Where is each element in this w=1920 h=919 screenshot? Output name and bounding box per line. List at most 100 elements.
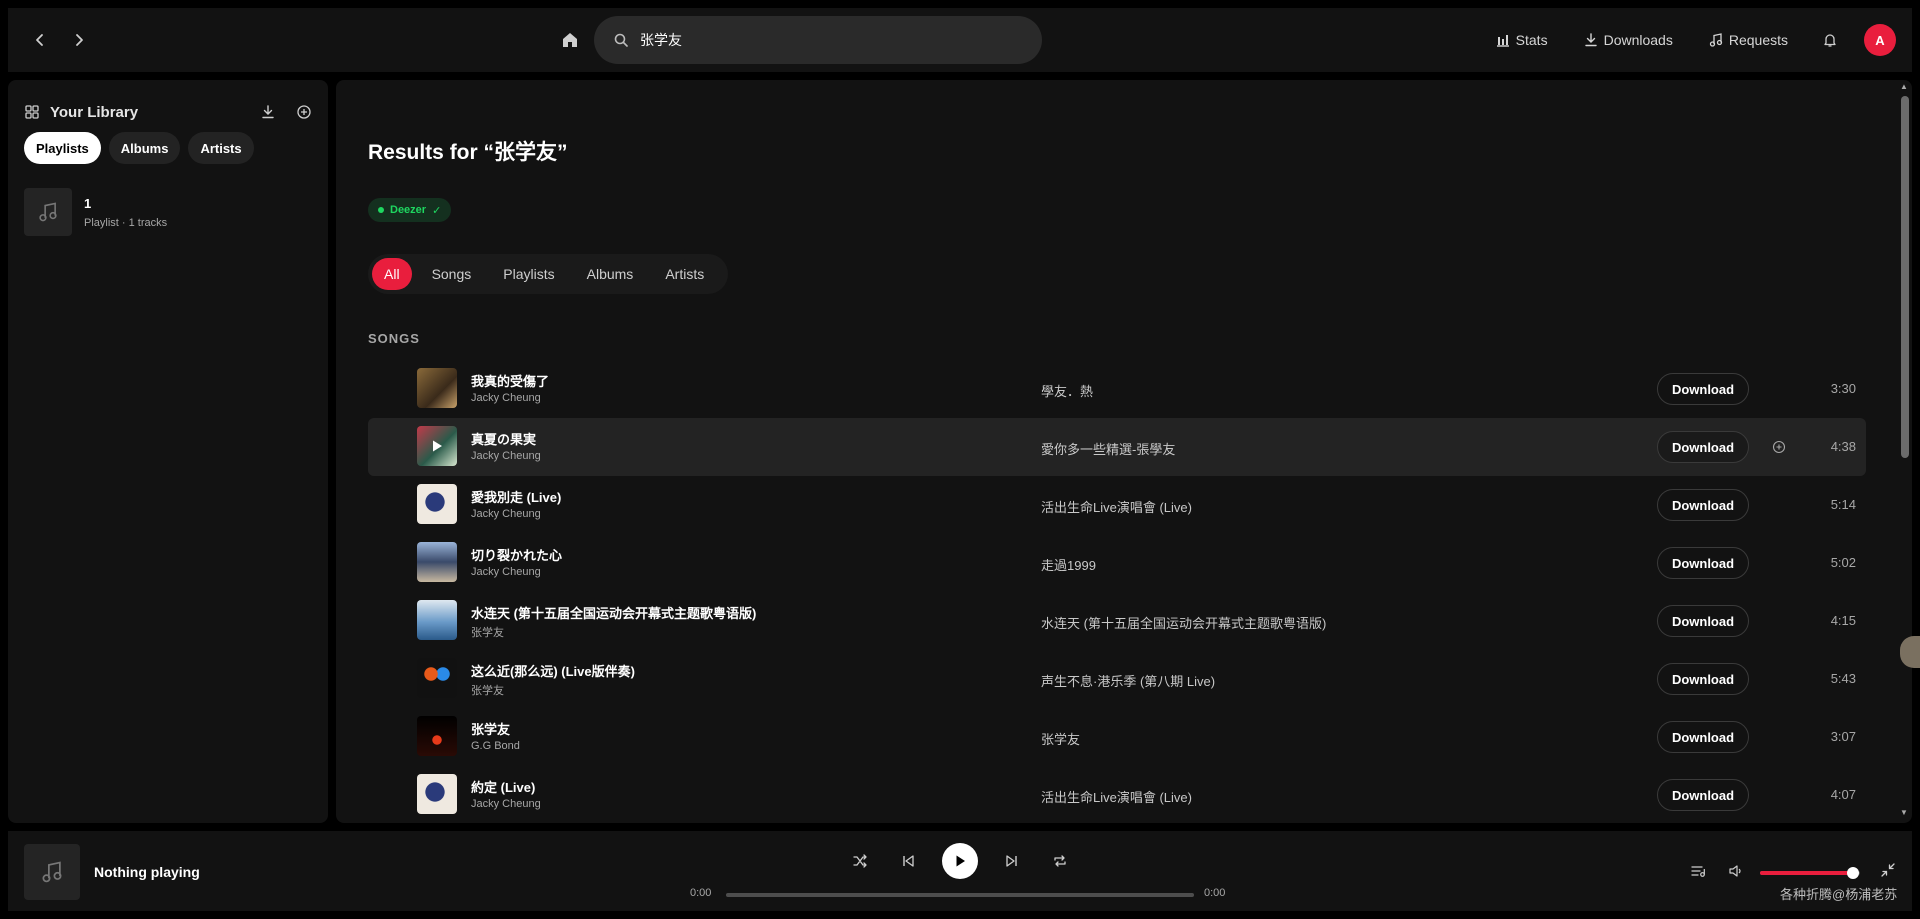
play-icon[interactable] xyxy=(417,426,457,466)
play-button[interactable] xyxy=(942,843,978,879)
next-icon[interactable] xyxy=(1000,849,1024,873)
import-download-icon[interactable] xyxy=(260,104,276,120)
download-button[interactable]: Download xyxy=(1657,605,1749,637)
volume-icon[interactable] xyxy=(1728,863,1744,879)
library-title: Your Library xyxy=(50,103,139,121)
music-note-icon xyxy=(39,202,57,222)
bell-icon[interactable] xyxy=(1822,32,1838,48)
download-button[interactable]: Download xyxy=(1657,489,1749,521)
scroll-down-arrow-icon[interactable]: ▼ xyxy=(1900,808,1908,817)
download-button[interactable]: Download xyxy=(1657,663,1749,695)
song-row[interactable]: 这么近(那么远) (Live版伴奏) 张学友 声生不息·港乐季 (第八期 Liv… xyxy=(368,650,1866,708)
collapse-player-icon[interactable] xyxy=(1881,863,1895,877)
song-row[interactable]: 切り裂かれた心 Jacky Cheung 走過1999 Download 5:0… xyxy=(368,534,1866,592)
stats-link[interactable]: Stats xyxy=(1496,32,1548,48)
song-title[interactable]: 約定 (Live) xyxy=(471,777,535,796)
song-row[interactable]: 愛我別走 (Live) Jacky Cheung 活出生命Live演唱會 (Li… xyxy=(368,476,1866,534)
song-artist[interactable]: 张学友 xyxy=(471,624,504,640)
song-artist[interactable]: 张学友 xyxy=(471,682,504,698)
song-album[interactable]: 愛你多一些精選-張學友 xyxy=(1041,439,1175,458)
song-row[interactable]: 我真的受傷了 Jacky Cheung 學友．熱 Download 3:30 xyxy=(368,360,1866,418)
player-bar: Nothing playing 0:00 0:00 xyxy=(8,831,1912,911)
progress-bar[interactable] xyxy=(726,893,1194,897)
song-row[interactable]: 水连天 (第十五届全国运动会开幕式主题歌粤语版) 张学友 水连天 (第十五届全国… xyxy=(368,592,1866,650)
song-artist[interactable]: Jacky Cheung xyxy=(471,392,541,404)
song-artist[interactable]: Jacky Cheung xyxy=(471,566,541,578)
provider-label: Deezer xyxy=(390,204,427,216)
song-title[interactable]: 真夏の果実 xyxy=(471,429,536,448)
forward-arrow-icon[interactable] xyxy=(67,28,91,52)
scrollbar-thumb[interactable] xyxy=(1901,96,1909,458)
song-artist[interactable]: Jacky Cheung xyxy=(471,508,541,520)
add-circle-icon[interactable] xyxy=(296,104,312,120)
volume-slider[interactable] xyxy=(1760,867,1860,879)
song-title[interactable]: 这么近(那么远) (Live版伴奏) xyxy=(471,661,635,680)
library-grid-icon[interactable] xyxy=(24,104,40,120)
top-right-nav: Stats Downloads Requests A xyxy=(1460,16,1896,64)
shuffle-icon[interactable] xyxy=(848,849,872,873)
music-note-icon xyxy=(1709,33,1722,47)
download-button[interactable]: Download xyxy=(1657,547,1749,579)
provider-badge[interactable]: Deezer ✓ xyxy=(368,198,452,222)
total-time: 0:00 xyxy=(1204,887,1226,899)
song-album[interactable]: 张学友 xyxy=(1041,729,1080,748)
chip-playlists[interactable]: Playlists xyxy=(24,132,101,164)
download-button[interactable]: Download xyxy=(1657,721,1749,753)
tab-all[interactable]: All xyxy=(372,258,412,290)
watermark-text: 各种折腾@杨浦老苏 xyxy=(1780,887,1898,902)
song-title[interactable]: 愛我別走 (Live) xyxy=(471,487,561,506)
song-artist[interactable]: Jacky Cheung xyxy=(471,450,541,462)
song-row[interactable]: 約定 (Live) Jacky Cheung 活出生命Live演唱會 (Live… xyxy=(368,766,1866,823)
add-to-playlist-icon[interactable] xyxy=(1772,440,1786,454)
requests-label: Requests xyxy=(1728,32,1788,48)
download-button[interactable]: Download xyxy=(1657,373,1749,405)
search-input[interactable]: 张学友 xyxy=(640,30,682,50)
song-title[interactable]: 我真的受傷了 xyxy=(471,371,549,390)
repeat-icon[interactable] xyxy=(1048,849,1072,873)
tab-albums[interactable]: Albums xyxy=(575,258,646,290)
home-icon[interactable] xyxy=(558,28,582,52)
song-album[interactable]: 走過1999 xyxy=(1041,555,1096,574)
tab-artists[interactable]: Artists xyxy=(653,258,716,290)
download-button[interactable]: Download xyxy=(1657,431,1749,463)
song-duration: 5:02 xyxy=(1830,555,1856,570)
song-album[interactable]: 活出生命Live演唱會 (Live) xyxy=(1041,497,1192,516)
song-album[interactable]: 声生不息·港乐季 (第八期 Live) xyxy=(1041,671,1215,690)
songs-list: 我真的受傷了 Jacky Cheung 學友．熱 Download 3:30 真… xyxy=(368,360,1866,823)
chip-artists[interactable]: Artists xyxy=(188,132,254,164)
library-header: Your Library xyxy=(24,100,312,124)
tab-songs[interactable]: Songs xyxy=(420,258,484,290)
song-artist[interactable]: Jacky Cheung xyxy=(471,798,541,810)
song-album[interactable]: 學友．熱 xyxy=(1041,381,1093,400)
tab-playlists[interactable]: Playlists xyxy=(491,258,566,290)
download-icon xyxy=(1584,33,1597,47)
song-title[interactable]: 切り裂かれた心 xyxy=(471,545,562,564)
scroll-up-arrow-icon[interactable]: ▲ xyxy=(1900,82,1908,91)
album-art xyxy=(417,600,457,640)
floating-avatar[interactable] xyxy=(1900,636,1920,668)
song-artist[interactable]: G.G Bond xyxy=(471,740,520,752)
song-album[interactable]: 活出生命Live演唱會 (Live) xyxy=(1041,787,1192,806)
music-note-icon xyxy=(42,861,62,883)
search-bar[interactable]: 张学友 xyxy=(594,16,1042,64)
avatar[interactable]: A xyxy=(1864,24,1896,56)
album-art xyxy=(417,716,457,756)
queue-icon[interactable] xyxy=(1690,863,1706,879)
song-title[interactable]: 张学友 xyxy=(471,719,510,738)
album-art xyxy=(417,368,457,408)
chip-albums[interactable]: Albums xyxy=(108,132,181,164)
song-duration: 4:07 xyxy=(1830,787,1856,802)
song-album[interactable]: 水连天 (第十五届全国运动会开幕式主题歌粤语版) xyxy=(1041,613,1326,632)
song-duration: 5:14 xyxy=(1830,497,1856,512)
library-item-playlist[interactable]: 1 Playlist · 1 tracks xyxy=(24,184,312,240)
downloads-link[interactable]: Downloads xyxy=(1584,32,1673,48)
volume-knob[interactable] xyxy=(1847,867,1859,879)
download-button[interactable]: Download xyxy=(1657,779,1749,811)
song-row[interactable]: 真夏の果実 Jacky Cheung 愛你多一些精選-張學友 Download … xyxy=(368,418,1866,476)
library-sidebar: Your Library Playlists Albums Artists 1 … xyxy=(8,80,328,823)
previous-icon[interactable] xyxy=(896,849,920,873)
song-row[interactable]: 张学友 G.G Bond 张学友 Download 3:07 xyxy=(368,708,1866,766)
requests-link[interactable]: Requests xyxy=(1709,32,1788,48)
song-title[interactable]: 水连天 (第十五届全国运动会开幕式主题歌粤语版) xyxy=(471,603,756,622)
back-arrow-icon[interactable] xyxy=(28,28,52,52)
